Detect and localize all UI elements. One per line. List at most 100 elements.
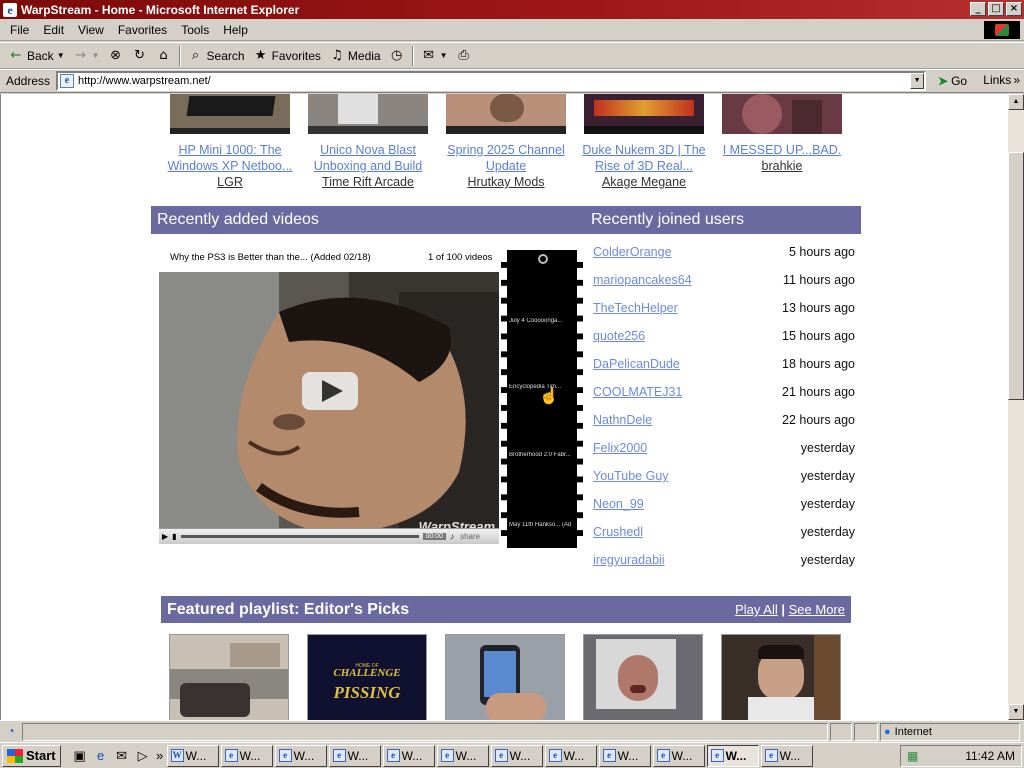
video-title-link[interactable]: Unico Nova Blast [299,142,437,158]
clock[interactable]: 11:42 AM [965,749,1015,763]
video-author-link[interactable]: brahkie [713,158,851,174]
user-link[interactable]: quote256 [593,329,645,343]
user-link[interactable]: ColderOrange [593,245,672,259]
address-input[interactable]: e http://www.warpstream.net/ ▼ [56,71,927,91]
volume-slider-handle-icon[interactable]: ▮ [172,532,176,541]
outlook-icon[interactable]: ✉ [113,748,131,764]
menu-view[interactable]: View [71,23,111,37]
user-link[interactable]: YouTube Guy [593,469,669,483]
video-title-link[interactable]: Duke Nukem 3D | The [575,142,713,158]
taskbar-button[interactable]: e W... [598,744,651,767]
video-title-link[interactable]: Spring 2025 Channel [437,142,575,158]
menu-file[interactable]: File [0,23,36,37]
video-thumbnail[interactable] [722,94,842,134]
taskbar-button[interactable]: e W... [220,744,273,767]
maximize-button[interactable]: □ [988,2,1004,16]
minimize-button[interactable]: _ [970,2,986,16]
show-desktop-icon[interactable]: ▣ [71,748,89,764]
taskbar-button[interactable]: e W... [544,744,597,767]
user-link[interactable]: Felix2000 [593,441,647,455]
taskbar-button[interactable]: e W... [382,744,435,767]
share-button[interactable]: share [460,532,480,541]
taskbar-button[interactable]: e W... [328,744,381,767]
menu-help[interactable]: Help [216,23,255,37]
user-link[interactable]: DaPelicanDude [593,357,680,371]
ie-quicklaunch-icon[interactable]: e [92,748,110,763]
back-button[interactable]: ← Back ▼ [4,45,69,67]
go-button[interactable]: ➤ Go [938,74,967,88]
vertical-scrollbar[interactable]: ▲ ▼ [1008,94,1024,720]
video-thumbnail[interactable] [308,94,428,134]
video-thumbnail[interactable] [446,94,566,134]
volume-icon[interactable]: ♪ [450,532,454,541]
chevron-down-icon[interactable]: ▼ [57,51,65,60]
scroll-up-button[interactable]: ▲ [1008,94,1024,110]
scroll-down-button[interactable]: ▼ [1008,704,1024,720]
video-title-link[interactable]: Update [437,158,575,174]
media-player-icon[interactable]: ▷ [134,748,152,764]
user-link[interactable]: Neon_99 [593,497,644,511]
refresh-button[interactable]: ↻ [128,45,152,67]
playlist-thumbnail[interactable] [445,634,565,720]
search-button[interactable]: ⌕ Search [184,45,249,67]
video-title-link[interactable]: Rise of 3D Real... [575,158,713,174]
stop-button[interactable]: ⊗ [104,45,128,67]
video-author-link[interactable]: Time Rift Arcade [299,174,437,190]
taskbar-button-active[interactable]: e W... [706,744,759,767]
filmstrip-item[interactable]: Brotherhood 2.0 Fabr... [509,452,575,458]
video-title-link[interactable]: Unboxing and Build [299,158,437,174]
taskbar-button[interactable]: e W... [436,744,489,767]
taskbar-button[interactable]: e W... [490,744,543,767]
scrollbar-thumb[interactable] [1008,152,1024,400]
menu-tools[interactable]: Tools [174,23,216,37]
media-button[interactable]: ♫ Media [325,45,385,67]
video-thumbnail[interactable] [170,94,290,134]
video-title-link[interactable]: HP Mini 1000: The [161,142,299,158]
print-button[interactable]: ⎙ [452,45,476,67]
play-icon[interactable]: ▶ [162,532,168,541]
playlist-thumbnail[interactable]: HOME OF CHALLENGE PISSING [307,634,427,720]
video-thumbnail[interactable] [584,94,704,134]
see-more-link[interactable]: See More [789,602,845,617]
user-link[interactable]: COOLMATEJ31 [593,385,682,399]
start-button[interactable]: Start [2,744,61,767]
user-link[interactable]: TheTechHelper [593,301,678,315]
filmstrip-item[interactable]: May 11th Hankso... (Ad [509,522,575,528]
address-url[interactable]: http://www.warpstream.net/ [78,75,211,87]
address-dropdown-button[interactable]: ▼ [910,73,925,89]
taskbar-button[interactable]: e W... [274,744,327,767]
playlist-thumbnail[interactable] [169,634,289,720]
chevron-down-icon[interactable]: ▼ [92,51,100,60]
forward-button[interactable]: → ▼ [69,45,104,67]
user-link[interactable]: NathnDele [593,413,652,427]
taskbar-button[interactable]: W W... [166,744,219,767]
links-button[interactable]: Links » [983,73,1020,87]
user-link[interactable]: mariopancakes64 [593,273,692,287]
video-author-link[interactable]: LGR [161,174,299,190]
playlist-thumbnail[interactable] [583,634,703,720]
filmstrip-item[interactable]: July 4 Cooooonga... [509,318,575,324]
home-button[interactable]: ⌂ [152,45,176,67]
menu-edit[interactable]: Edit [36,23,71,37]
close-button[interactable]: × [1006,2,1022,16]
video-title-link[interactable]: I MESSED UP...BAD. [713,142,851,158]
user-link[interactable]: Crushedl [593,525,643,539]
taskbar-button[interactable]: e W... [760,744,813,767]
playlist-thumbnail[interactable] [721,634,841,720]
video-title-link[interactable]: Windows XP Netboo... [161,158,299,174]
play-all-link[interactable]: Play All [735,602,778,617]
chevron-right-icon[interactable]: » [155,748,165,763]
video-author-link[interactable]: Hrutkay Mods [437,174,575,190]
menu-favorites[interactable]: Favorites [111,23,174,37]
video-player[interactable]: WarpStream [159,272,499,542]
video-author-link[interactable]: Akage Megane [575,174,713,190]
mail-button[interactable]: ✉ ▼ [417,45,452,67]
history-button[interactable]: ◷ [385,45,409,67]
taskbar-button[interactable]: e W... [652,744,705,767]
user-link[interactable]: iregyuradabii [593,553,665,567]
seek-bar[interactable] [180,535,419,538]
video-filmstrip[interactable]: July 4 Cooooonga... Encyclopedia Tim... … [501,250,583,548]
chevron-down-icon[interactable]: ▼ [440,51,448,60]
network-icon[interactable]: ▦ [907,749,918,763]
favorites-button[interactable]: ★ Favorites [249,45,325,67]
